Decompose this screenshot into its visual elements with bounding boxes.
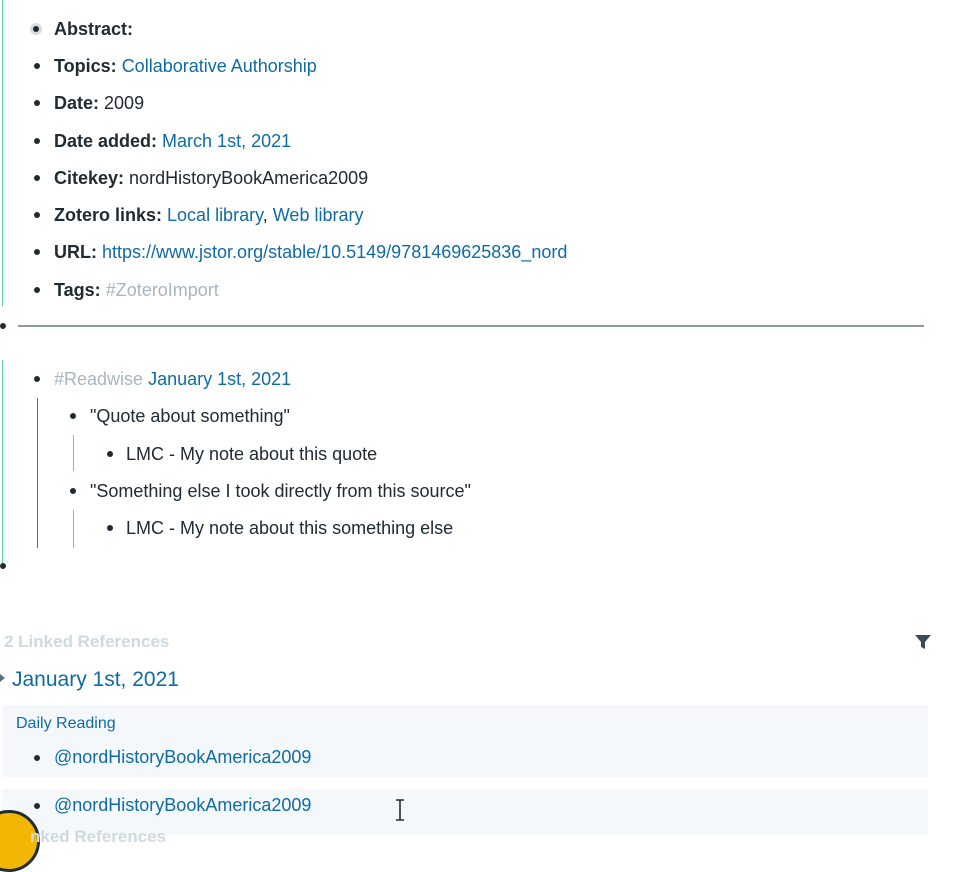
bullet[interactable]: [107, 525, 113, 531]
unlinked-references-heading: nked References: [30, 827, 167, 846]
meta-value: nordHistoryBookAmerica2009: [129, 168, 369, 188]
quote-item: "Quote about something": [90, 405, 290, 427]
indent-guide: [73, 435, 74, 471]
bullet[interactable]: [34, 755, 40, 761]
topic-link[interactable]: Collaborative Authorship: [122, 56, 317, 76]
meta-key: Date:: [54, 93, 100, 113]
breadcrumb[interactable]: Daily Reading: [16, 713, 116, 735]
meta-key: Citekey:: [54, 168, 125, 188]
filter-icon[interactable]: [914, 633, 932, 651]
url-link[interactable]: https://www.jstor.org/stable/10.5149/978…: [102, 242, 567, 262]
bullet[interactable]: [107, 451, 113, 457]
meta-date-added: Date added: March 1st, 2021: [54, 130, 291, 152]
indent-guide: [2, 0, 3, 306]
quote-text: "Something else I took directly from thi…: [90, 481, 471, 501]
bullet[interactable]: [70, 413, 76, 419]
readwise-header: #Readwise January 1st, 2021: [54, 368, 291, 390]
date-link[interactable]: March 1st, 2021: [162, 131, 291, 151]
note-item: LMC - My note about this quote: [126, 443, 377, 465]
meta-value: 2009: [104, 93, 145, 113]
reference-item[interactable]: @nordHistoryBookAmerica2009: [54, 746, 311, 768]
bullet[interactable]: [0, 323, 6, 329]
local-library-link[interactable]: Local library: [167, 205, 263, 225]
reference-item[interactable]: @nordHistoryBookAmerica2009: [54, 794, 311, 816]
bullet[interactable]: [34, 138, 40, 144]
indent-guide: [2, 360, 3, 566]
text-cursor-icon: [396, 799, 404, 821]
note-text: LMC - My note about this something else: [126, 518, 454, 538]
meta-key: URL:: [54, 242, 97, 262]
meta-date: Date: 2009: [54, 92, 144, 114]
bullet[interactable]: [34, 803, 40, 809]
zotero-import-tag[interactable]: #ZoteroImport: [106, 280, 219, 300]
meta-key: Abstract:: [54, 19, 134, 39]
meta-citekey: Citekey: nordHistoryBookAmerica2009: [54, 167, 368, 189]
bullet[interactable]: [34, 100, 40, 106]
bullet[interactable]: [70, 488, 76, 494]
note-item: LMC - My note about this something else: [126, 517, 453, 539]
meta-abstract: Abstract:: [54, 18, 133, 40]
quote-text: "Quote about something": [90, 406, 290, 426]
reference-group-title[interactable]: January 1st, 2021: [12, 667, 179, 693]
bullet[interactable]: [34, 287, 40, 293]
meta-zotero-links: Zotero links: Local library, Web library: [54, 205, 364, 225]
meta-topics: Topics: Collaborative Authorship: [54, 55, 317, 77]
indent-guide: [73, 510, 74, 548]
bullet[interactable]: [34, 212, 40, 218]
meta-url: URL: https://www.jstor.org/stable/10.514…: [54, 241, 567, 263]
linked-references-heading: 2 Linked References: [4, 632, 170, 651]
bullet[interactable]: [34, 376, 40, 382]
meta-key: Tags:: [54, 280, 101, 300]
meta-key: Date added:: [54, 131, 158, 151]
web-library-link[interactable]: Web library: [273, 205, 364, 225]
meta-key: Zotero links:: [54, 205, 163, 225]
readwise-date-link[interactable]: January 1st, 2021: [148, 369, 291, 389]
meta-key: Topics:: [54, 56, 117, 76]
bullet-collapsed[interactable]: [30, 23, 42, 35]
bullet[interactable]: [34, 175, 40, 181]
note-text: LMC - My note about this quote: [126, 444, 378, 464]
meta-tags: Tags: #ZoteroImport: [54, 279, 219, 301]
indent-guide: [37, 398, 38, 548]
bullet[interactable]: [0, 563, 6, 569]
chevron-right-icon[interactable]: [0, 674, 5, 682]
quote-item: "Something else I took directly from thi…: [90, 480, 471, 502]
bullet[interactable]: [34, 63, 40, 69]
readwise-tag[interactable]: #Readwise: [54, 369, 143, 389]
bullet[interactable]: [34, 249, 40, 255]
horizontal-rule: [18, 325, 924, 327]
